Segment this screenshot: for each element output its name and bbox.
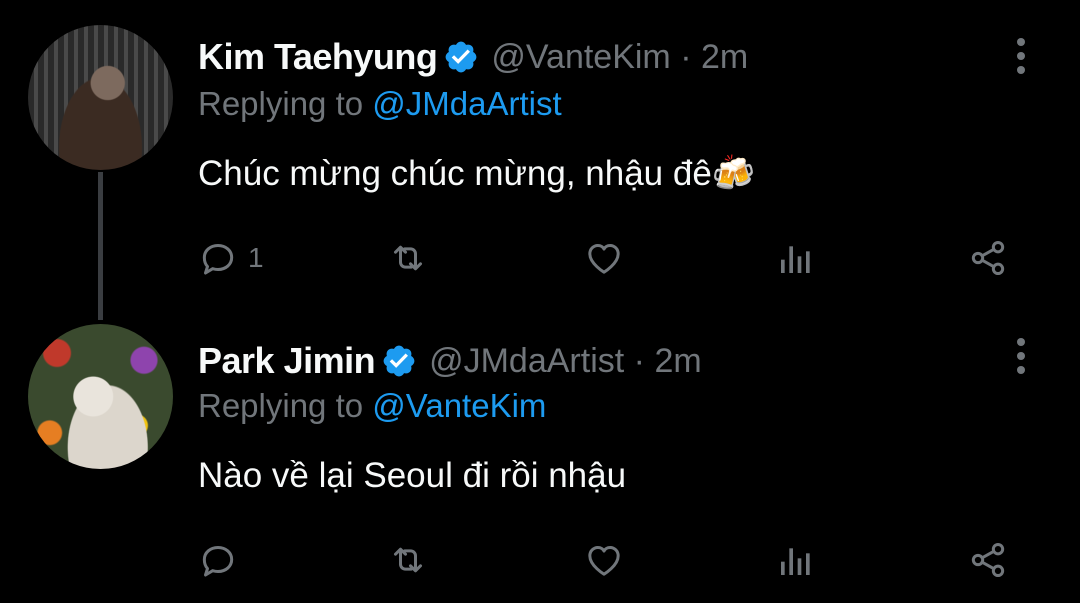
like-button[interactable] [584,538,624,582]
handle-text[interactable]: @JMdaArtist [429,342,624,380]
reply-button[interactable]: 1 [198,236,264,280]
like-button[interactable] [584,236,624,280]
analytics-button[interactable] [776,538,816,582]
analytics-icon [781,246,810,273]
retweet-button[interactable] [388,236,428,280]
share-icon [971,543,1005,577]
timestamp[interactable]: 2m [701,38,748,76]
replying-to: Replying to @VanteKim [198,387,546,425]
separator: · [633,341,645,380]
analytics-button[interactable] [776,236,816,280]
retweet-icon [394,245,422,271]
verified-badge-icon [445,41,477,73]
separator: · [680,37,692,76]
share-icon [971,241,1005,275]
analytics-icon [781,548,810,575]
handle[interactable]: @VanteKim · 2m [491,38,748,77]
replying-to-label: Replying to [198,387,364,424]
handle[interactable]: @JMdaArtist · 2m [429,342,702,381]
retweet-icon [394,547,422,573]
handle-text[interactable]: @VanteKim [491,38,670,76]
avatar[interactable] [28,324,173,469]
tweet-header: Park Jimin @JMdaArtist · 2m [198,338,702,384]
more-icon[interactable] [1008,336,1034,376]
reply-icon [202,244,234,275]
replying-to-label: Replying to [198,85,364,122]
thread-connector-line [98,172,103,320]
like-icon [588,244,620,274]
reply-button[interactable] [198,538,248,582]
reply-icon [202,546,234,577]
tweet-text: Nào về lại Seoul đi rồi nhậu [198,456,627,495]
share-button[interactable] [968,236,1008,280]
tweet[interactable]: Kim Taehyung @VanteKim · 2m Replying to … [0,0,1080,320]
display-name[interactable]: Kim Taehyung [198,36,438,78]
retweet-button[interactable] [388,538,428,582]
action-bar: 1 [198,236,1018,280]
tweet[interactable]: Park Jimin @JMdaArtist · 2m Replying to … [0,300,1080,603]
reply-count: 1 [248,242,264,273]
verified-badge-icon [383,345,415,377]
avatar[interactable] [28,25,173,170]
more-icon[interactable] [1008,36,1034,76]
like-icon [588,546,620,576]
replying-to-link[interactable]: @VanteKim [372,387,546,424]
share-button[interactable] [968,538,1008,582]
tweet-text: Chúc mừng chúc mừng, nhậu đê🍻 [198,154,756,193]
replying-to: Replying to @JMdaArtist [198,85,562,123]
replying-to-link[interactable]: @JMdaArtist [372,85,561,122]
tweet-header: Kim Taehyung @VanteKim · 2m [198,34,748,80]
display-name[interactable]: Park Jimin [198,340,376,382]
action-bar [198,538,1018,582]
timestamp[interactable]: 2m [654,342,701,380]
